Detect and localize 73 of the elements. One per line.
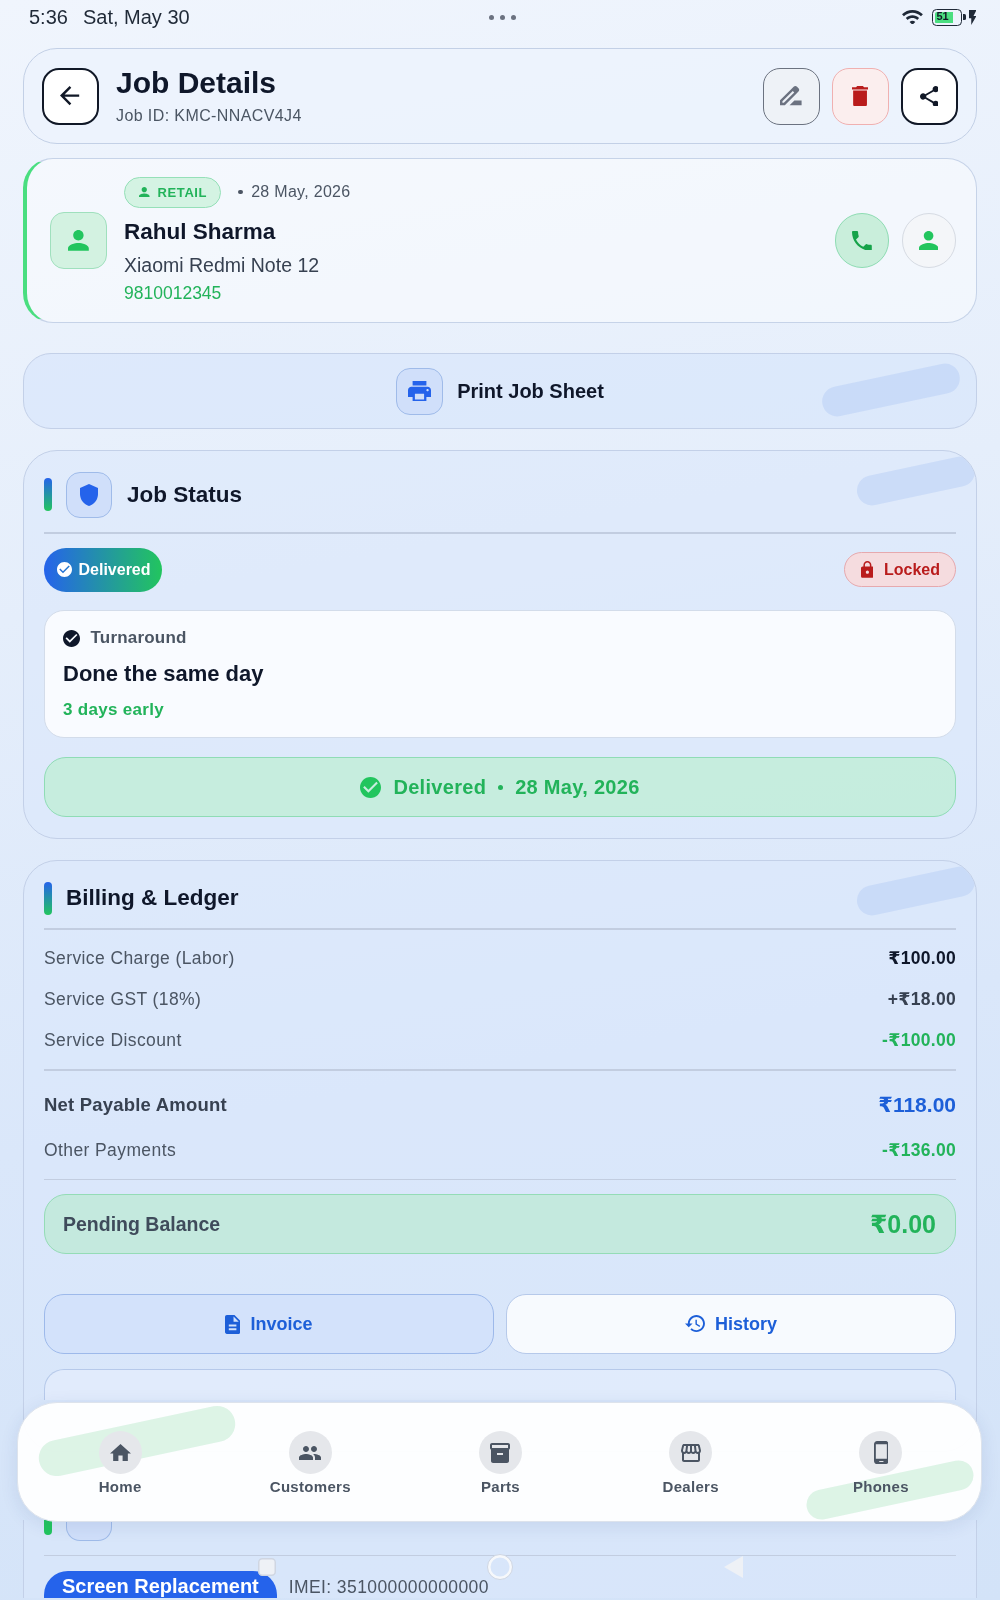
document-icon [225,1314,241,1334]
line-item-label: Service GST (18%) [44,988,202,1010]
share-icon [919,85,939,107]
accent-bar [44,1519,52,1535]
home-tab[interactable]: Home [98,1431,142,1497]
profile-button[interactable] [901,213,956,268]
shield-icon [66,471,112,518]
lock-icon [860,561,874,578]
pending-balance-label: Pending Balance [63,1212,221,1236]
people-icon [288,1431,332,1474]
locked-label: Locked [884,560,940,579]
line-item-label: Service Charge (Labor) [44,947,235,969]
status-date: Sat, May 30 [82,5,190,29]
phone-number: 9810012345 [124,281,222,304]
pencil-icon [780,86,802,106]
smartphone-icon [859,1431,903,1474]
history-button[interactable]: History [506,1294,956,1354]
trash-icon [851,85,869,107]
house-icon [98,1431,142,1474]
customer-type-label: RETAIL [157,184,208,200]
parts-tab[interactable]: Parts [479,1431,522,1497]
lightning-bolt-icon [968,9,976,25]
dealers-tab[interactable]: Dealers [662,1431,719,1497]
imei-text: IMEI: 351000000000000 [288,1575,489,1598]
line-item-amount: ₹100.00 [888,947,956,969]
printer-icon [396,367,444,415]
share-button[interactable] [900,67,958,125]
store-icon [669,1431,713,1474]
print-button[interactable]: Print Job Sheet [23,353,977,429]
wifi-icon [901,9,923,25]
battery-indicator: 51 [931,8,966,26]
delivered-label: Delivered [393,775,487,799]
status-time: 5:36 [29,5,68,29]
customers-tab[interactable]: Customers [269,1431,351,1497]
clock-rewind-icon [685,1315,706,1333]
device-model: Xiaomi Redmi Note 12 [124,252,320,278]
bullet-dot-icon [238,189,243,195]
payment-amount: -₹136.00 [882,1139,956,1161]
delivered-date: 28 May, 2026 [515,775,640,799]
section-title: Job Status [127,480,243,509]
net-payable-label: Net Payable Amount [44,1093,227,1116]
person-icon [50,212,107,269]
delete-button[interactable] [831,67,889,125]
turnaround-label: Turnaround [90,628,187,648]
person-icon [919,230,939,251]
invoice-button[interactable]: Invoice [44,1294,494,1354]
archive-box-icon [479,1431,522,1474]
line-item-label: Service Discount [44,1029,182,1051]
status-label: Delivered [78,560,151,579]
payment-label: Other Payments [44,1139,177,1161]
section-title: Billing & Ledger [66,884,239,912]
call-button[interactable] [834,213,889,268]
turnaround-note: 3 days early [63,698,164,721]
back-button[interactable] [41,67,99,125]
accent-bar [44,478,52,511]
customer-name: Rahul Sharma [124,217,276,246]
line-item-amount: +₹18.00 [887,988,956,1010]
job-date: 28 May, 2026 [251,183,351,201]
arrow-left-icon [60,86,80,106]
pending-balance-amount: ₹0.00 [869,1209,936,1239]
phones-tab[interactable]: Phones [852,1431,909,1497]
line-item-amount: -₹100.00 [882,1029,956,1051]
more-icon[interactable] [489,14,516,20]
accent-bar [44,881,52,915]
person-icon [139,186,150,198]
job-id: Job ID: KMC-NNACV4J4 [116,106,302,126]
issue-tag: Screen Replacement [44,1570,277,1598]
net-payable-amount: ₹118.00 [878,1092,956,1117]
edit-button[interactable] [762,67,820,125]
page-title: Job Details [116,66,277,100]
bullet-dot-icon [498,784,504,790]
turnaround-value: Done the same day [63,659,264,688]
phone-icon [851,230,872,251]
